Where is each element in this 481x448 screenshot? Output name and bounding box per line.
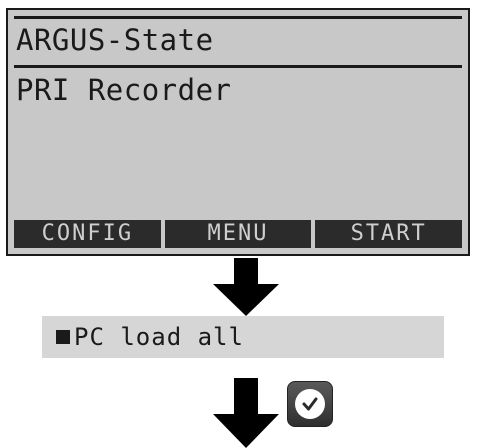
square-bullet-icon (56, 330, 70, 344)
lcd-divider-middle (14, 65, 462, 68)
lcd-title: ARGUS-State (16, 23, 214, 57)
menu-item-label: PC load all (74, 323, 244, 351)
menu-item[interactable]: PC load all (42, 316, 444, 358)
softkey-bar: CONFIG MENU START (14, 220, 463, 248)
checkmark-icon (302, 397, 318, 411)
ok-circle (295, 389, 325, 419)
lcd-divider-top (14, 16, 462, 19)
config-softkey[interactable]: CONFIG (14, 220, 161, 248)
start-softkey[interactable]: START (315, 220, 463, 248)
menu-softkey[interactable]: MENU (164, 220, 312, 248)
lcd-subtitle: PRI Recorder (16, 73, 232, 107)
lcd-display: ARGUS-State PRI Recorder CONFIG MENU STA… (6, 8, 470, 256)
down-arrow-icon (213, 378, 279, 448)
ok-button[interactable] (287, 381, 333, 427)
down-arrow-icon (213, 258, 279, 316)
